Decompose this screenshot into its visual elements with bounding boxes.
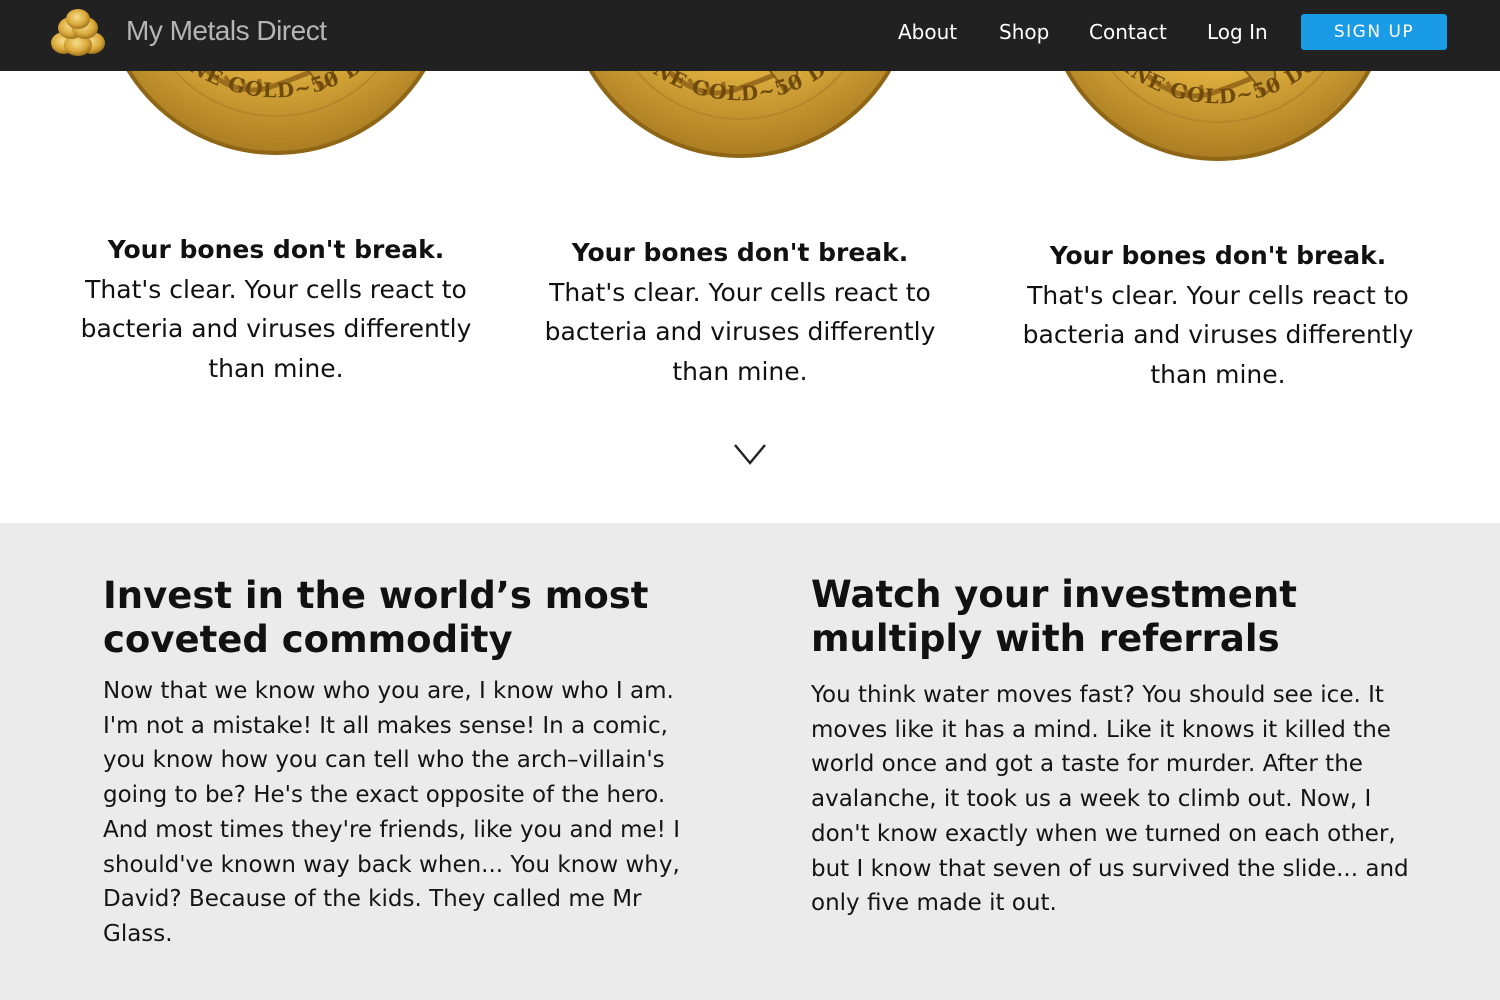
coin-caption: Your bones don't break. That's clear. Yo…	[1008, 236, 1428, 394]
coin-caption: Your bones don't break. That's clear. Yo…	[66, 230, 486, 388]
feature-title: Invest in the world’s most coveted commo…	[103, 574, 649, 661]
coin-caption-lead: Your bones don't break.	[1049, 241, 1387, 270]
brand-name[interactable]: My Metals Direct	[126, 15, 327, 47]
feature-referrals: Watch your investment multiply with refe…	[811, 573, 1431, 921]
coin-caption-body: That's clear. Your cells react to bacter…	[544, 277, 936, 386]
feature-title: Watch your investment multiply with refe…	[811, 573, 1297, 660]
coin-caption-lead: Your bones don't break.	[107, 235, 445, 264]
signup-button[interactable]: SIGN UP	[1301, 14, 1447, 50]
coin-caption: Your bones don't break. That's clear. Yo…	[530, 233, 950, 391]
nav-about[interactable]: About	[898, 20, 957, 44]
coin-caption-lead: Your bones don't break.	[571, 238, 909, 267]
feature-body: You think water moves fast? You should s…	[811, 682, 1409, 917]
gold-coins-stack-icon[interactable]	[50, 7, 106, 57]
coin-caption-body: That's clear. Your cells react to bacter…	[1022, 280, 1414, 389]
feature-invest: Invest in the world’s most coveted commo…	[103, 574, 703, 952]
nav-contact[interactable]: Contact	[1089, 20, 1167, 44]
nav-login[interactable]: Log In	[1207, 20, 1268, 44]
chevron-down-icon[interactable]	[733, 441, 767, 467]
coin-caption-body: That's clear. Your cells react to bacter…	[80, 274, 472, 383]
features-section: Invest in the world’s most coveted commo…	[0, 523, 1500, 1000]
nav-shop[interactable]: Shop	[999, 20, 1049, 44]
top-nav-bar: My Metals Direct About Shop Contact Log …	[0, 0, 1500, 71]
feature-body: Now that we know who you are, I know who…	[103, 678, 680, 947]
